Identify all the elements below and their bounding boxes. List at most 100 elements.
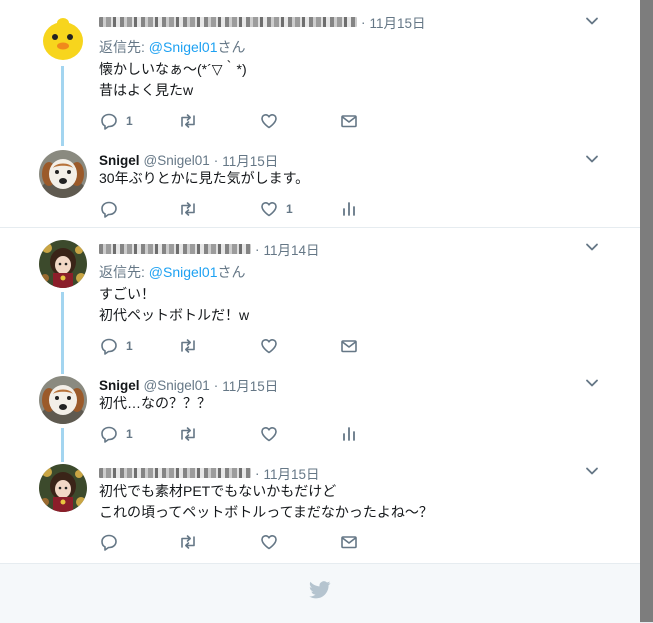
blurred-author-name[interactable] <box>99 244 251 254</box>
retweet-icon <box>178 112 198 130</box>
tweet-text: 30年ぶりとかに見た気がします。 <box>99 170 310 186</box>
reply-count: 1 <box>126 339 133 353</box>
tweet-header: · 11月14日 <box>99 239 320 259</box>
like-button[interactable] <box>260 532 278 552</box>
thread-connector <box>61 428 64 462</box>
tweet-3[interactable]: · 11月14日 返信先: @Snigel01さん すごい！ 初代ペットボトルだ… <box>0 228 640 374</box>
heart-icon <box>260 200 278 218</box>
retweet-button[interactable] <box>178 424 198 444</box>
tweet-date[interactable]: 11月15日 <box>222 375 278 395</box>
reply-icon <box>100 425 118 443</box>
chevron-down-icon[interactable] <box>585 14 599 28</box>
like-button[interactable]: 1 <box>260 199 293 219</box>
reply-button[interactable] <box>100 199 118 219</box>
chevron-down-icon[interactable] <box>585 240 599 254</box>
reply-suffix: さん <box>217 264 246 280</box>
reply-icon <box>100 337 118 355</box>
like-button[interactable] <box>260 336 278 356</box>
tweet-1[interactable]: · 11月15日 返信先: @Snigel01さん 懐かしいなぁ〜(*´▽｀*)… <box>0 0 640 146</box>
reply-icon <box>100 533 118 551</box>
chevron-down-icon[interactable] <box>585 152 599 166</box>
separator: · <box>213 377 219 393</box>
analytics-icon <box>340 425 358 443</box>
reply-icon <box>100 112 118 130</box>
avatar-dog[interactable] <box>39 150 87 198</box>
heart-icon <box>260 112 278 130</box>
avatar-yellow-chick[interactable] <box>39 14 87 62</box>
tweet-header: · 11月15日 <box>99 463 320 483</box>
tweet-conversation-panel: · 11月15日 返信先: @Snigel01さん 懐かしいなぁ〜(*´▽｀*)… <box>0 0 640 623</box>
envelope-icon <box>340 112 358 130</box>
reply-button[interactable] <box>100 532 118 552</box>
tweet-text: 初代…なの？？？ <box>99 395 211 411</box>
reply-count: 1 <box>126 114 133 128</box>
like-count: 1 <box>286 202 293 216</box>
tweet-text: 懐かしいなぁ〜(*´▽｀*) 昔はよく見たw <box>99 61 247 98</box>
reply-button[interactable]: 1 <box>100 336 133 356</box>
heart-icon <box>260 425 278 443</box>
reply-handle-link[interactable]: @Snigel01 <box>149 264 218 280</box>
tweet-5[interactable]: · 11月15日 初代でも素材PETでもないかもだけど これの頃ってペットボトル… <box>0 458 640 563</box>
reply-button[interactable]: 1 <box>100 424 133 444</box>
analytics-button[interactable] <box>340 424 358 444</box>
reply-button[interactable]: 1 <box>100 111 133 131</box>
reply-prefix: 返信先: <box>99 39 149 55</box>
retweet-button[interactable] <box>178 532 198 552</box>
heart-icon <box>260 533 278 551</box>
retweet-button[interactable] <box>178 336 198 356</box>
tweet-header: Snigel @Snigel01 · 11月15日 <box>99 150 278 170</box>
heart-icon <box>260 337 278 355</box>
retweet-button[interactable] <box>178 199 198 219</box>
reply-context: 返信先: @Snigel01さん <box>99 262 245 282</box>
separator: · <box>255 241 260 257</box>
tweet-date[interactable]: 11月15日 <box>222 150 278 170</box>
blurred-author-name[interactable] <box>99 468 251 478</box>
chevron-down-icon[interactable] <box>585 376 599 390</box>
separator: · <box>255 465 260 481</box>
direct-message-button[interactable] <box>340 532 358 552</box>
reply-icon <box>100 200 118 218</box>
author-handle[interactable]: @Snigel01 <box>144 153 210 168</box>
direct-message-button[interactable] <box>340 111 358 131</box>
like-button[interactable] <box>260 111 278 131</box>
author-name[interactable]: Snigel <box>99 378 140 393</box>
chevron-down-icon[interactable] <box>585 464 599 478</box>
thread-connector <box>61 292 64 374</box>
direct-message-button[interactable] <box>340 336 358 356</box>
retweet-button[interactable] <box>178 111 198 131</box>
envelope-icon <box>340 533 358 551</box>
author-handle[interactable]: @Snigel01 <box>144 378 210 393</box>
window-edge-shadow <box>640 0 653 622</box>
reply-count: 1 <box>126 427 133 441</box>
tweet-2[interactable]: Snigel @Snigel01 · 11月15日 30年ぶりとかに見た気がしま… <box>0 145 640 227</box>
tweet-header: Snigel @Snigel01 · 11月15日 <box>99 375 278 395</box>
tweet-text: すごい！ 初代ペットボトルだ！w <box>99 286 250 323</box>
reply-prefix: 返信先: <box>99 264 149 280</box>
thread-connector <box>61 66 64 146</box>
blurred-author-name[interactable] <box>99 17 357 27</box>
avatar-dog[interactable] <box>39 376 87 424</box>
analytics-icon <box>340 200 358 218</box>
envelope-icon <box>340 337 358 355</box>
analytics-button[interactable] <box>340 199 358 219</box>
timeline-footer <box>0 563 640 623</box>
avatar-anime-character[interactable] <box>39 464 87 512</box>
avatar-anime-character[interactable] <box>39 240 87 288</box>
retweet-icon <box>178 425 198 443</box>
tweet-date[interactable]: 11月15日 <box>370 12 426 32</box>
tweet-4[interactable]: Snigel @Snigel01 · 11月15日 初代…なの？？？ 1 <box>0 370 640 462</box>
reply-suffix: さん <box>217 39 246 55</box>
reply-context: 返信先: @Snigel01さん <box>99 37 245 57</box>
retweet-icon <box>178 533 198 551</box>
tweet-header: · 11月15日 <box>99 12 426 32</box>
tweet-text: 初代でも素材PETでもないかもだけど これの頃ってペットボトルってまだなかったよ… <box>99 483 433 520</box>
author-name[interactable]: Snigel <box>99 153 140 168</box>
retweet-icon <box>178 200 198 218</box>
like-button[interactable] <box>260 424 278 444</box>
separator: · <box>213 152 219 168</box>
separator: · <box>361 14 366 30</box>
retweet-icon <box>178 337 198 355</box>
reply-handle-link[interactable]: @Snigel01 <box>149 39 218 55</box>
tweet-date[interactable]: 11月14日 <box>264 239 320 259</box>
tweet-date[interactable]: 11月15日 <box>264 463 320 483</box>
